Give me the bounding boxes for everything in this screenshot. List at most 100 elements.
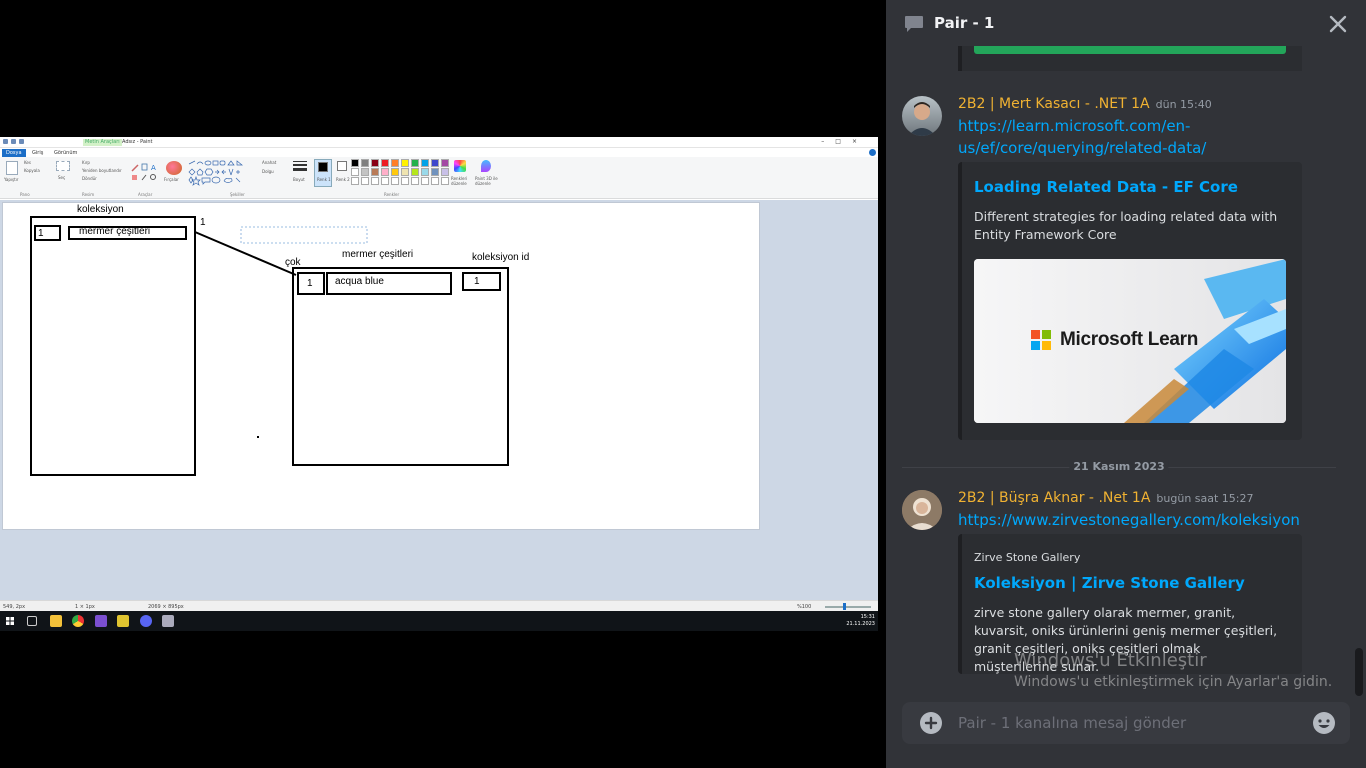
plus-icon[interactable] [920,712,942,734]
shapes-icons[interactable] [188,160,256,186]
edit-colors-button[interactable]: Renkleri düzenle [451,176,471,186]
rotate-button[interactable]: Döndür [82,176,97,181]
palette-swatch[interactable] [351,159,359,167]
edit-colors-icon[interactable] [454,160,466,172]
avatar[interactable] [902,490,942,530]
embed-title[interactable]: Koleksiyon | Zirve Stone Gallery [974,574,1245,592]
palette-swatch[interactable] [431,168,439,176]
palette-swatch[interactable] [391,159,399,167]
visual-studio-icon[interactable] [95,615,107,627]
tools-palette[interactable]: A [130,162,160,184]
select-button[interactable]: Seç [58,175,65,180]
outline-button[interactable]: Anahat [262,160,276,165]
palette-swatch[interactable] [361,159,369,167]
palette-swatch[interactable] [441,159,449,167]
undo-icon[interactable] [11,139,16,144]
palette-swatch[interactable] [411,159,419,167]
add-attachment-button[interactable] [920,712,942,734]
shared-screen-paint[interactable]: Metin Araçları Adsız - Paint –□× Dosya G… [0,137,878,631]
palette-swatch[interactable] [421,168,429,176]
palette-swatch[interactable] [411,168,419,176]
message-link[interactable]: https://www.zirvestonegallery.com/koleks… [958,509,1300,531]
palette-swatch[interactable] [441,168,449,176]
palette-swatch[interactable] [421,177,429,185]
windows-start-icon[interactable] [4,615,16,627]
redo-icon[interactable] [19,139,24,144]
taskbar-clock[interactable]: 15:31 21.11.2023 [846,614,875,628]
fill-button[interactable]: Dolgu [262,169,274,174]
palette-swatch[interactable] [391,177,399,185]
palette-swatch[interactable] [381,159,389,167]
file-explorer-icon[interactable] [50,615,62,627]
size-button[interactable]: Boyut [293,177,305,182]
palette-swatch[interactable] [381,177,389,185]
paste-button[interactable]: Yapıştır [4,177,18,182]
embed-title[interactable]: Loading Related Data - EF Core [974,178,1238,196]
cut-button[interactable]: Kes [24,160,31,165]
brushes-icon[interactable] [166,161,182,175]
palette-swatch[interactable] [411,177,419,185]
message-link-line2[interactable]: us/ef/core/querying/related-data/ [958,137,1206,159]
palette-swatch[interactable] [361,168,369,176]
message-link-line1[interactable]: https://learn.microsoft.com/en- [958,115,1206,137]
embed-image[interactable]: Microsoft Learn [974,259,1286,423]
window-controls[interactable]: –□× [821,138,868,145]
drawing-canvas[interactable]: koleksiyon 1 mermer çeşitleri 1 çok merm… [2,202,760,530]
quick-access-toolbar[interactable] [3,139,43,146]
palette-swatch[interactable] [401,177,409,185]
message-link[interactable]: https://learn.microsoft.com/en- us/ef/co… [958,115,1206,159]
chrome-icon[interactable] [72,615,84,627]
palette-swatch[interactable] [431,159,439,167]
sticky-notes-icon[interactable] [117,615,129,627]
palette-swatch[interactable] [381,168,389,176]
palette-swatch[interactable] [421,159,429,167]
help-icon[interactable] [869,149,876,156]
paste-icon[interactable] [6,161,18,175]
tab-file[interactable]: Dosya [2,149,26,157]
avatar[interactable] [902,96,942,136]
palette-swatch[interactable] [351,177,359,185]
task-view-icon[interactable] [27,616,37,626]
tools-icons[interactable]: A [130,162,160,184]
tab-home[interactable]: Giriş [28,149,47,157]
palette-swatch[interactable] [351,168,359,176]
size-icon[interactable] [293,161,307,173]
crop-button[interactable]: Kırp [82,160,90,165]
color1-selector[interactable] [314,159,332,187]
message-author[interactable]: 2B2 | Büşra Aknar - .Net 1A bugün saat 15… [958,490,1254,506]
shapes-gallery[interactable] [188,160,256,186]
palette-swatch[interactable] [371,177,379,185]
color2-selector[interactable] [337,161,347,171]
message-input[interactable] [958,702,1298,744]
canvas-workspace[interactable]: koleksiyon 1 mermer çeşitleri 1 çok merm… [0,200,878,600]
palette-swatch[interactable] [371,159,379,167]
palette-swatch[interactable] [431,177,439,185]
message-author[interactable]: 2B2 | Mert Kasacı - .NET 1A dün 15:40 [958,96,1212,112]
scrollbar-thumb[interactable] [1355,648,1363,696]
save-icon[interactable] [3,139,8,144]
copy-button[interactable]: Kopyala [24,168,40,173]
close-icon[interactable] [1326,12,1350,36]
emoji-icon[interactable] [1312,711,1336,735]
palette-swatch[interactable] [391,168,399,176]
zoom-slider[interactable] [825,606,871,608]
discord-icon[interactable] [140,615,152,627]
close-button[interactable] [1326,12,1350,36]
palette-swatch[interactable] [401,159,409,167]
palette-swatch[interactable] [441,177,449,185]
author-name[interactable]: 2B2 | Mert Kasacı - .NET 1A [958,96,1150,112]
select-icon[interactable] [56,161,70,171]
paint3d-button[interactable]: Paint 3D ile düzenle [475,176,501,186]
resize-button[interactable]: Yeniden boyutlandır [82,168,122,173]
paint-taskbar-icon[interactable] [162,615,174,627]
palette-swatch[interactable] [401,168,409,176]
embed-provider[interactable]: Zirve Stone Gallery [974,551,1080,564]
palette-swatch[interactable] [361,177,369,185]
tab-view[interactable]: Görünüm [50,149,81,157]
paint3d-icon[interactable] [481,160,491,172]
zoom-slider-thumb[interactable] [843,603,846,610]
context-tab-text-tools[interactable]: Metin Araçları [83,139,122,146]
brushes-button[interactable]: Fırçalar [164,177,179,182]
color-palette[interactable] [351,159,451,187]
author-name[interactable]: 2B2 | Büşra Aknar - .Net 1A [958,490,1150,506]
